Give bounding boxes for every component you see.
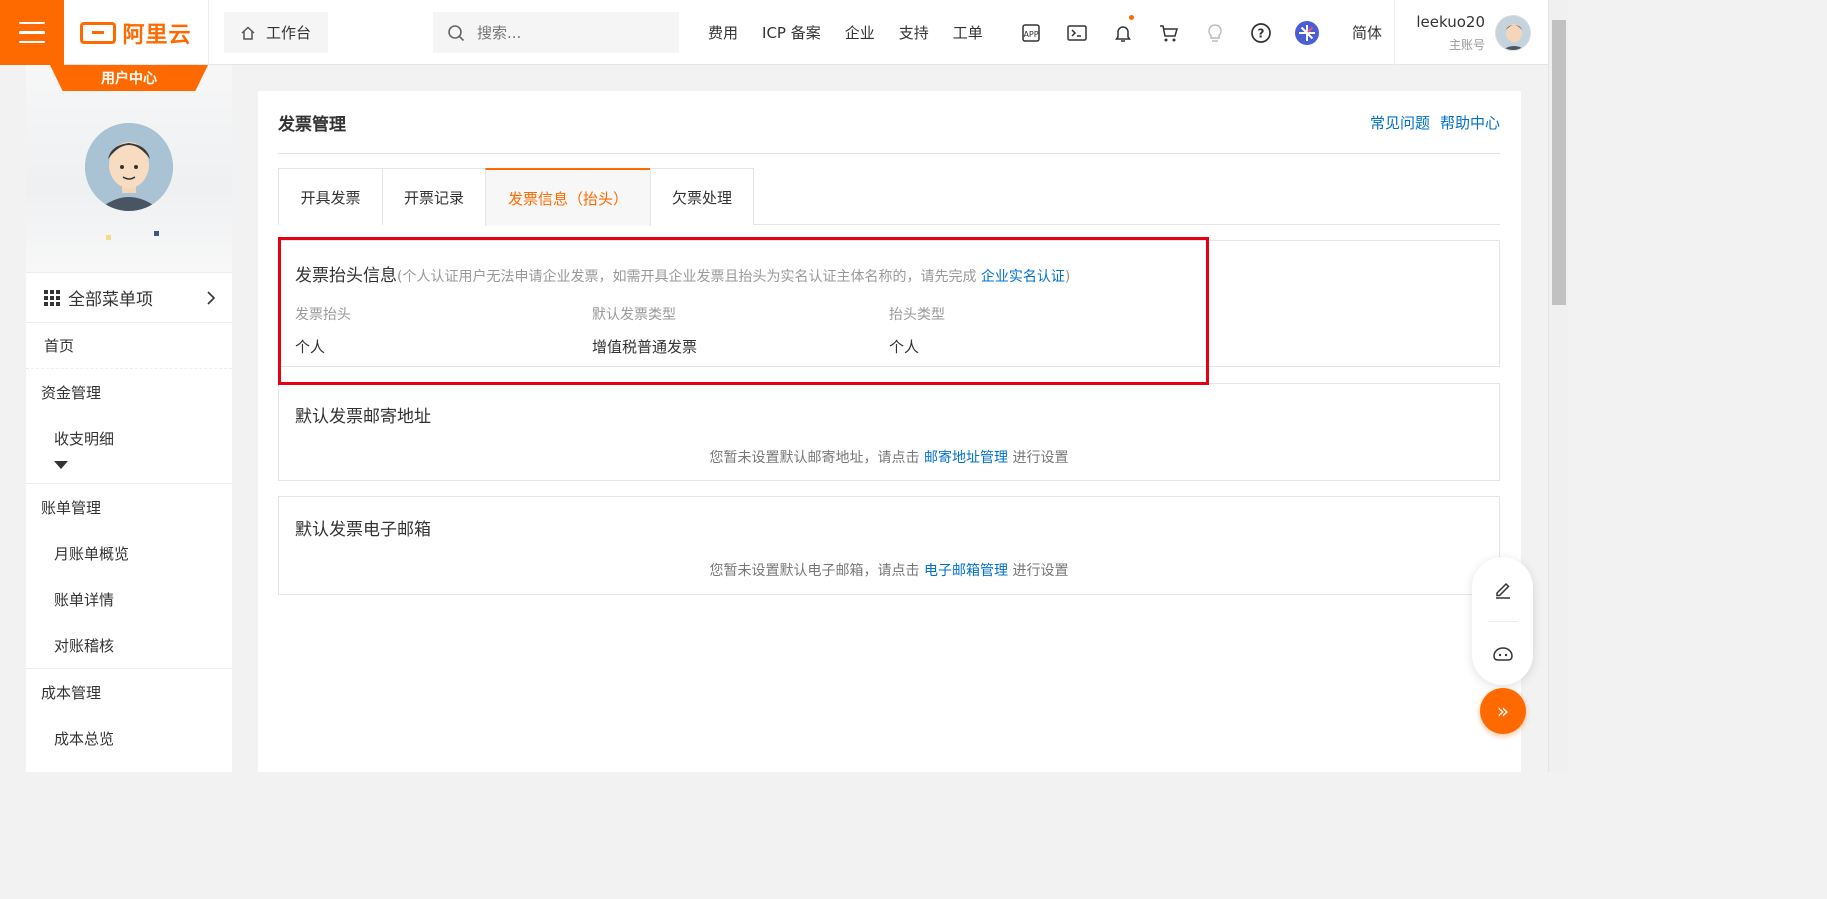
invoice-header-note: (个人认证用户无法申请企业发票，如需开具企业发票且抬头为实名认证主体名称的，请先… [397, 269, 981, 285]
enterprise-verification-link[interactable]: 企业实名认证 [981, 269, 1065, 285]
sidebar-item-cost[interactable]: 成本管理 [26, 669, 232, 715]
search-icon [448, 24, 465, 41]
invoice-header-card: 发票抬头信息(个人认证用户无法申请企业发票，如需开具企业发票且抬头为实名认证主体… [278, 240, 1500, 367]
tab-invoice-info[interactable]: 发票信息（抬头） [485, 168, 651, 226]
profile-section: 用户中心 [26, 65, 232, 272]
nav-link-enterprise[interactable]: 企业 [833, 22, 887, 43]
terminal-icon[interactable] [1054, 0, 1100, 65]
nav-link-ticket[interactable]: 工单 [941, 22, 995, 43]
triangle-down-icon [54, 461, 68, 469]
header-type-value: 个人 [889, 338, 920, 356]
nav-link-icp[interactable]: ICP 备案 [750, 22, 833, 43]
workbench-button[interactable]: 工作台 [224, 12, 328, 53]
mailing-address-card: 默认发票邮寄地址 您暂未设置默认邮寄地址，请点击 邮寄地址管理 进行设置 [278, 383, 1500, 481]
mailing-address-manage-link[interactable]: 邮寄地址管理 [924, 450, 1008, 466]
aliyun-logo[interactable]: 阿里云 [64, 0, 209, 65]
svg-text:?: ? [1258, 26, 1265, 40]
top-navigation-bar: 阿里云 工作台 费用 ICP 备案 企业 支持 工单 APP ? [0, 0, 1548, 65]
top-nav-icons: APP ? [1008, 0, 1330, 65]
invoice-header-note-end: ) [1064, 269, 1071, 285]
tab-overdue-invoice[interactable]: 欠票处理 [650, 168, 754, 225]
bell-icon[interactable] [1100, 0, 1146, 65]
sidebar-item-reconciliation[interactable]: 对账稽核 [26, 622, 232, 668]
search-input[interactable] [477, 23, 657, 42]
scrollbar-thumb[interactable] [1552, 20, 1566, 305]
faq-link[interactable]: 常见问题 [1370, 112, 1430, 133]
default-invoice-type-label: 默认发票类型 [592, 307, 676, 323]
chevron-right-icon [207, 290, 216, 305]
svg-text:APP: APP [1023, 30, 1038, 39]
sidebar: 用户中心 全部菜单项 首页 资金管理 收支明细 账单管理 月账单概览 账单详情 … [26, 65, 232, 772]
edit-icon[interactable] [1472, 557, 1533, 621]
main-panel: 发票管理 常见问题 帮助中心 开具发票 开票记录 发票信息（抬头） 欠票处理 发… [258, 91, 1521, 772]
grid-icon [44, 289, 60, 306]
invoice-header-title: 发票抬头信息 [295, 266, 397, 286]
tab-issue-invoice[interactable]: 开具发票 [278, 168, 383, 225]
chat-bot-icon[interactable] [1472, 622, 1533, 686]
expand-icon[interactable]: » [1480, 688, 1526, 734]
all-menu-button[interactable]: 全部菜单项 [26, 272, 232, 323]
profile-avatar [85, 123, 173, 211]
help-center-link[interactable]: 帮助中心 [1440, 112, 1500, 133]
nav-link-fees[interactable]: 费用 [696, 22, 750, 43]
app-icon[interactable]: APP [1008, 0, 1054, 65]
user-role: 主账号 [1448, 37, 1485, 52]
star-service-icon[interactable] [1284, 0, 1330, 65]
lightbulb-icon[interactable] [1192, 0, 1238, 65]
search-box[interactable] [433, 12, 679, 53]
mailing-address-empty-msg: 您暂未设置默认邮寄地址，请点击 邮寄地址管理 进行设置 [709, 450, 1069, 466]
email-manage-link[interactable]: 电子邮箱管理 [924, 563, 1008, 579]
floating-toolbar [1472, 557, 1533, 685]
user-center-badge: 用户中心 [50, 65, 208, 91]
mailing-address-title: 默认发票邮寄地址 [295, 407, 431, 427]
sidebar-item-billing[interactable]: 账单管理 [26, 484, 232, 530]
top-nav-links: 费用 ICP 备案 企业 支持 工单 [696, 0, 995, 65]
email-card: 默认发票电子邮箱 您暂未设置默认电子邮箱，请点击 电子邮箱管理 进行设置 [278, 496, 1500, 595]
email-title: 默认发票电子邮箱 [295, 520, 431, 540]
help-icon[interactable]: ? [1238, 0, 1284, 65]
user-name: leekuo20 [1416, 12, 1485, 31]
email-empty-msg: 您暂未设置默认电子邮箱，请点击 电子邮箱管理 进行设置 [709, 563, 1069, 579]
language-switch[interactable]: 简体 [1340, 0, 1395, 65]
aliyun-logo-icon [80, 21, 117, 44]
nav-link-support[interactable]: 支持 [887, 22, 941, 43]
invoice-header-title-line: 发票抬头信息(个人认证用户无法申请企业发票，如需开具企业发票且抬头为实名认证主体… [295, 261, 1483, 286]
sidebar-item-home[interactable]: 首页 [26, 323, 232, 369]
cart-icon[interactable] [1146, 0, 1192, 65]
sidebar-item-monthly-bill[interactable]: 月账单概览 [26, 530, 232, 576]
sidebar-item-transactions[interactable]: 收支明细 [26, 415, 232, 461]
page-scrollbar[interactable] [1548, 0, 1568, 772]
tab-invoice-records[interactable]: 开票记录 [382, 168, 486, 225]
invoice-tabs: 开具发票 开票记录 发票信息（抬头） 欠票处理 [278, 168, 1500, 226]
workbench-label: 工作台 [266, 24, 312, 42]
invoice-title-value: 个人 [295, 338, 326, 356]
header-type-label: 抬头类型 [889, 307, 945, 323]
level-indicator [106, 231, 159, 240]
collapse-toggle[interactable] [26, 461, 232, 483]
home-icon [241, 25, 255, 40]
default-invoice-type-value: 增值税普通发票 [592, 338, 698, 356]
all-menu-label: 全部菜单项 [68, 290, 153, 310]
logo-text: 阿里云 [122, 22, 192, 48]
sidebar-item-cost-overview[interactable]: 成本总览 [26, 715, 232, 761]
page-title: 发票管理 [278, 114, 346, 135]
invoice-title-label: 发票抬头 [295, 307, 351, 323]
main-header: 发票管理 常见问题 帮助中心 [278, 91, 1500, 154]
sidebar-item-funds[interactable]: 资金管理 [26, 369, 232, 415]
user-account[interactable]: leekuo20 主账号 [1405, 0, 1531, 65]
sidebar-item-bill-details[interactable]: 账单详情 [26, 576, 232, 622]
avatar[interactable] [1495, 14, 1531, 51]
menu-hamburger-button[interactable] [0, 0, 64, 65]
notification-dot [1129, 15, 1134, 20]
